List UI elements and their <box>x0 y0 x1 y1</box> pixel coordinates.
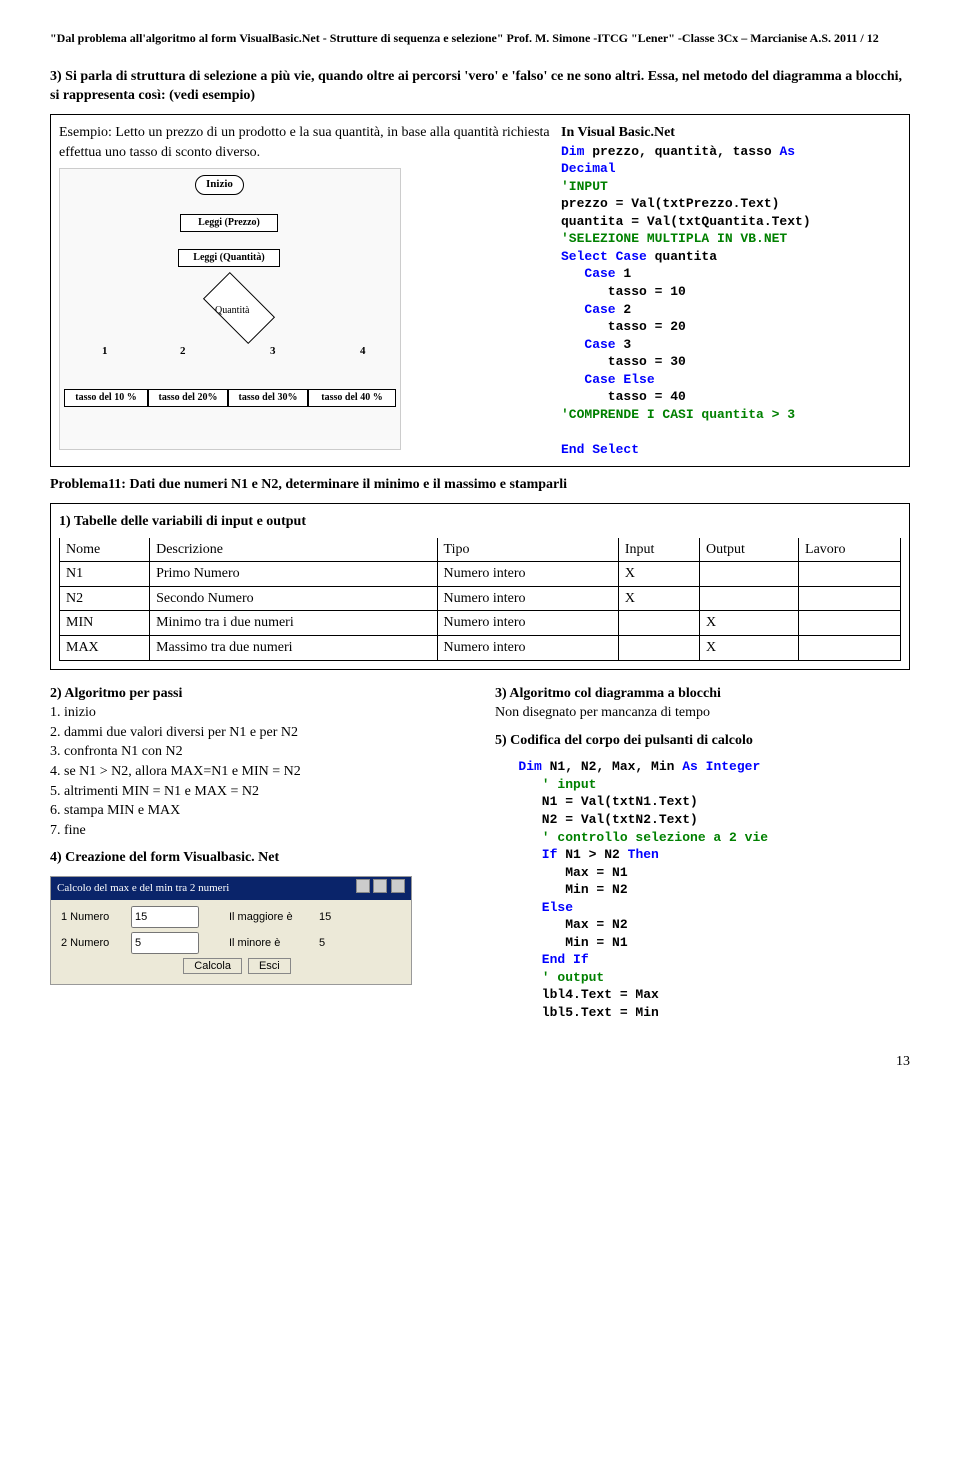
code-title: In Visual Basic.Net <box>561 123 901 143</box>
flow-num-4: 4 <box>360 344 366 359</box>
algo-step-7: 7. fine <box>50 821 465 841</box>
algo-step-5: 5. altrimenti MIN = N1 e MAX = N2 <box>50 782 465 802</box>
flow-num-2: 2 <box>180 344 186 359</box>
vb-form-screenshot: Calcolo del max e del min tra 2 numeri 1… <box>50 876 412 985</box>
input-n2[interactable] <box>131 932 199 954</box>
th-tipo: Tipo <box>437 538 618 562</box>
table-row: N2Secondo NumeroNumero interoX <box>60 586 901 611</box>
flow-start: Inizio <box>195 175 244 194</box>
algo-step-2: 2. dammi due valori diversi per N1 e per… <box>50 723 465 743</box>
value-min: 5 <box>319 936 349 951</box>
variables-table: Nome Descrizione Tipo Input Output Lavor… <box>59 538 901 661</box>
flow-result-1: tasso del 10 % <box>64 389 148 407</box>
label-min: Il minore è <box>229 936 319 951</box>
algo-step-3: 3. confronta N1 con N2 <box>50 742 465 762</box>
flow-num-3: 3 <box>270 344 276 359</box>
input-n1[interactable] <box>131 906 199 928</box>
close-icon[interactable] <box>391 879 405 893</box>
table-row: MAXMassimo tra due numeriNumero interoX <box>60 635 901 660</box>
form-title: Calcolo del max e del min tra 2 numeri <box>57 881 229 896</box>
vb-code-block-1: Dim prezzo, quantità, tasso As Decimal '… <box>561 143 901 459</box>
flow-result-4: tasso del 40 % <box>308 389 396 407</box>
vb-code-block-2: Dim N1, N2, Max, Min As Integer ' input … <box>495 758 910 1021</box>
label-max: Il maggiore è <box>229 910 319 925</box>
th-descrizione: Descrizione <box>150 538 437 562</box>
th-input: Input <box>618 538 699 562</box>
example-box: Esempio: Letto un prezzo di un prodotto … <box>50 114 910 467</box>
flow-result-3: tasso del 30% <box>228 389 308 407</box>
table-heading: 1) Tabelle delle variabili di input e ou… <box>59 512 901 532</box>
algo-step-6: 6. stampa MIN e MAX <box>50 801 465 821</box>
right-heading-1: 3) Algoritmo col diagramma a blocchi <box>495 684 910 704</box>
algo-step-1: 1. inizio <box>50 703 465 723</box>
minimize-icon[interactable] <box>356 879 370 893</box>
calc-button[interactable]: Calcola <box>183 958 242 974</box>
label-n1: 1 Numero <box>61 910 131 925</box>
flow-read-prezzo: Leggi (Prezzo) <box>180 214 278 232</box>
intro-paragraph: 3) Si parla di struttura di selezione a … <box>50 67 910 106</box>
algo-step-4: 4. se N1 > N2, allora MAX=N1 e MIN = N2 <box>50 762 465 782</box>
table-row: N1Primo NumeroNumero interoX <box>60 562 901 587</box>
flow-num-1: 1 <box>102 344 108 359</box>
form-heading: 4) Creazione del form Visualbasic. Net <box>50 848 465 868</box>
th-lavoro: Lavoro <box>799 538 901 562</box>
table-header-row: Nome Descrizione Tipo Input Output Lavor… <box>60 538 901 562</box>
form-titlebar: Calcolo del max e del min tra 2 numeri <box>51 877 411 900</box>
maximize-icon[interactable] <box>373 879 387 893</box>
label-n2: 2 Numero <box>61 936 131 951</box>
flow-decision-label: Quantità <box>215 304 249 318</box>
flow-result-2: tasso del 20% <box>148 389 228 407</box>
right-heading-2: 5) Codifica del corpo dei pulsanti di ca… <box>495 731 910 751</box>
flow-read-quantita: Leggi (Quantità) <box>178 249 280 267</box>
page-number: 13 <box>50 1052 910 1072</box>
problem-heading: Problema11: Dati due numeri N1 e N2, det… <box>50 475 910 495</box>
page-header: "Dal problema all'algoritmo al form Visu… <box>50 30 910 47</box>
th-nome: Nome <box>60 538 150 562</box>
exit-button[interactable]: Esci <box>248 958 291 974</box>
value-max: 15 <box>319 910 349 925</box>
th-output: Output <box>700 538 799 562</box>
right-note: Non disegnato per mancanza di tempo <box>495 703 910 723</box>
table-row: MINMinimo tra i due numeriNumero interoX <box>60 611 901 636</box>
example-left-text: Esempio: Letto un prezzo di un prodotto … <box>59 123 551 162</box>
algo-heading: 2) Algoritmo per passi <box>50 684 465 704</box>
flowchart-diagram: Inizio Leggi (Prezzo) Leggi (Quantità) Q… <box>59 168 401 450</box>
